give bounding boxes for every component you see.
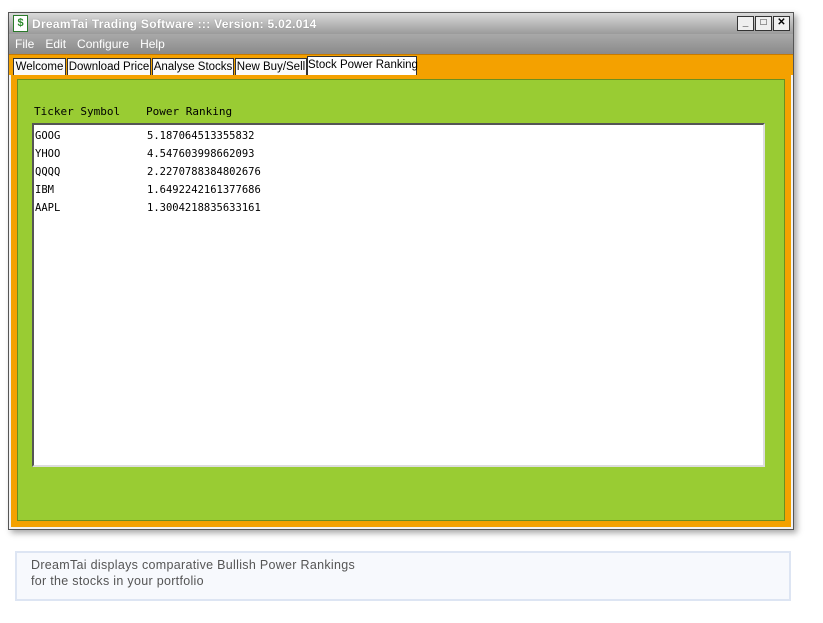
menu-bar: File Edit Configure Help xyxy=(9,34,793,54)
ticker-cell: IBM xyxy=(35,184,54,196)
tab-download-price[interactable]: Download Price xyxy=(67,58,151,75)
rank-cell: 1.3004218835633161 xyxy=(147,202,261,214)
close-button[interactable]: ✕ xyxy=(773,16,790,31)
ticker-cell: QQQQ xyxy=(35,166,61,178)
menu-file[interactable]: File xyxy=(10,37,39,51)
list-item[interactable]: QQQQ 2.2270788384802676 xyxy=(34,163,763,181)
rank-cell: 2.2270788384802676 xyxy=(147,166,261,178)
tab-stock-power-ranking[interactable]: Stock Power Ranking xyxy=(307,56,418,76)
window-controls: _ □ ✕ xyxy=(737,16,790,31)
maximize-button[interactable]: □ xyxy=(755,16,772,31)
window-title: DreamTai Trading Software ::: Version: 5… xyxy=(32,16,317,31)
ticker-symbol-header: Ticker Symbol xyxy=(34,105,121,118)
list-item[interactable]: AAPL 1.3004218835633161 xyxy=(34,199,763,217)
tab-analyse-stocks[interactable]: Analyse Stocks xyxy=(152,58,234,75)
menu-configure[interactable]: Configure xyxy=(72,37,134,51)
title-bar[interactable]: $ DreamTai Trading Software ::: Version:… xyxy=(9,13,793,34)
caption-line-2: for the stocks in your portfolio xyxy=(31,574,204,588)
caption-box: DreamTai displays comparative Bullish Po… xyxy=(15,551,791,601)
tab-new-buy-sell[interactable]: New Buy/Sell xyxy=(235,58,307,75)
tab-strip: Welcome Download Price Analyse Stocks Ne… xyxy=(9,54,793,76)
ticker-cell: AAPL xyxy=(35,202,61,214)
minimize-button[interactable]: _ xyxy=(737,16,754,31)
caption-line-1: DreamTai displays comparative Bullish Po… xyxy=(31,558,356,572)
rank-cell: 5.187064513355832 xyxy=(147,130,255,142)
tab-panel: Ticker Symbol Power Ranking GOOG 5.18706… xyxy=(11,75,791,527)
app-window: $ DreamTai Trading Software ::: Version:… xyxy=(8,12,794,530)
menu-help[interactable]: Help xyxy=(135,37,170,51)
ticker-cell: GOOG xyxy=(35,130,61,142)
list-item[interactable]: GOOG 5.187064513355832 xyxy=(34,127,763,145)
dollar-app-icon: $ xyxy=(13,15,28,32)
menu-edit[interactable]: Edit xyxy=(40,37,71,51)
ticker-cell: YHOO xyxy=(35,148,61,160)
list-item[interactable]: YHOO 4.547603998662093 xyxy=(34,145,763,163)
power-ranking-header: Power Ranking xyxy=(146,105,233,118)
ranking-panel: Ticker Symbol Power Ranking GOOG 5.18706… xyxy=(17,79,785,521)
rank-cell: 1.6492242161377686 xyxy=(147,184,261,196)
list-item[interactable]: IBM 1.6492242161377686 xyxy=(34,181,763,199)
tab-welcome[interactable]: Welcome xyxy=(13,58,66,75)
rank-cell: 4.547603998662093 xyxy=(147,148,255,160)
ranking-list[interactable]: GOOG 5.187064513355832 YHOO 4.5476039986… xyxy=(32,123,765,467)
